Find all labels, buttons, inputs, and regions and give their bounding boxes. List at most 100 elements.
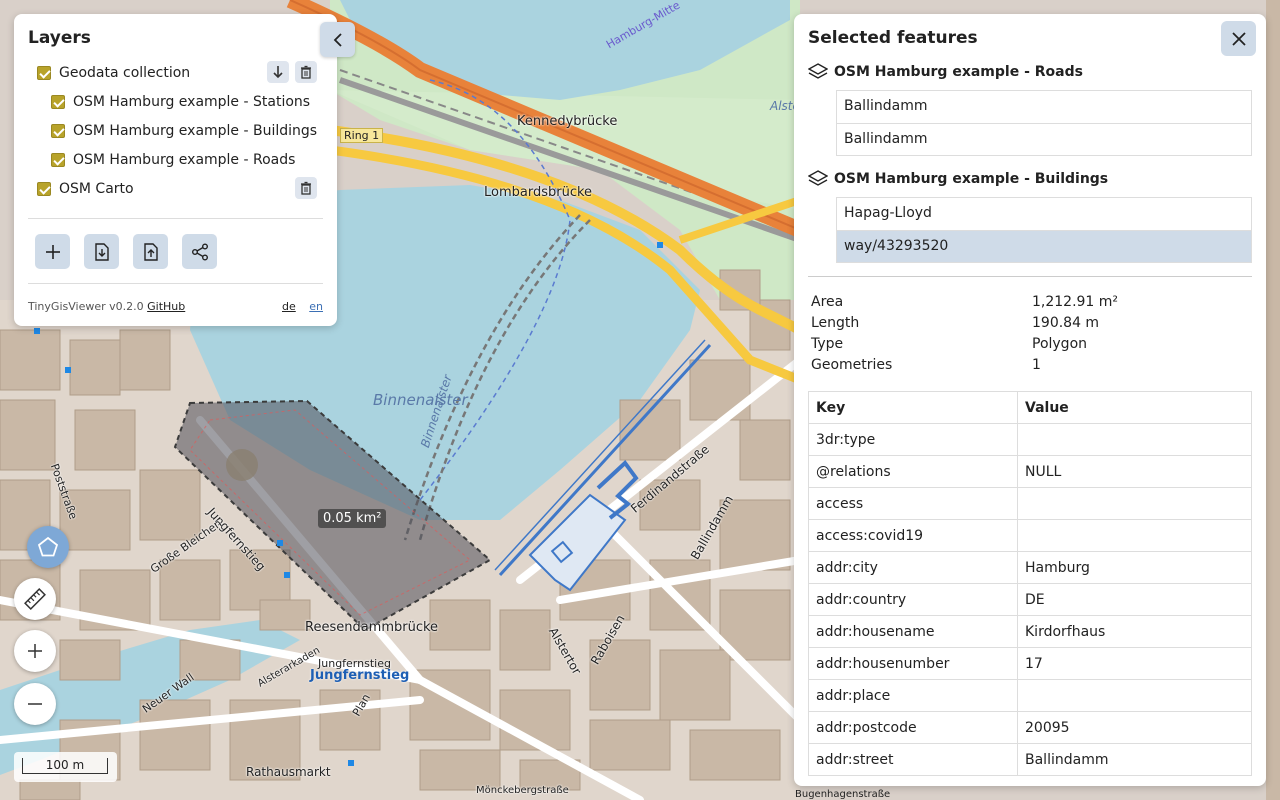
layer-row-geodata-collection[interactable]: Geodata collection bbox=[28, 58, 323, 87]
lang-en-link[interactable]: en bbox=[309, 300, 323, 313]
table-cell-key: addr:city bbox=[808, 551, 1018, 584]
draw-polygon-button[interactable] bbox=[27, 526, 69, 568]
stat-key: Type bbox=[811, 336, 844, 352]
table-cell-value bbox=[1017, 519, 1252, 552]
export-button[interactable] bbox=[133, 234, 168, 269]
divider bbox=[808, 276, 1252, 277]
layer-label: OSM Hamburg example - Buildings bbox=[73, 122, 318, 139]
import-button[interactable] bbox=[84, 234, 119, 269]
table-cell-key: addr:place bbox=[808, 679, 1018, 712]
table-cell-value bbox=[1017, 423, 1252, 456]
layers-footer: TinyGisViewer v0.2.0 GitHub de en bbox=[28, 284, 323, 313]
collapse-panel-button[interactable] bbox=[320, 22, 355, 57]
selected-features-panel: Selected features OSM Hamburg example - … bbox=[794, 14, 1266, 786]
feature-group-title: OSM Hamburg example - Buildings bbox=[834, 171, 1109, 187]
table-cell-value bbox=[1017, 679, 1252, 712]
layer-toolbar bbox=[28, 219, 323, 283]
table-cell-key: addr:street bbox=[808, 743, 1018, 776]
measure-button[interactable] bbox=[14, 578, 56, 620]
zoom-out-button[interactable] bbox=[14, 683, 56, 725]
stat-key: Length bbox=[811, 315, 860, 331]
feature-item[interactable]: Hapag-Lloyd bbox=[837, 198, 1251, 230]
feature-stats: Area 1,212.91 m² Length 190.84 m Type Polyg… bbox=[811, 294, 1251, 378]
table-row: addr:housename Kirdorfhaus bbox=[808, 615, 1252, 648]
map-label-lombards: Lombardsbrücke bbox=[484, 185, 593, 200]
map-label-kennedy: Kennedybrücke bbox=[517, 114, 618, 129]
layer-checkbox[interactable] bbox=[37, 65, 51, 80]
layer-row-stations[interactable]: OSM Hamburg example - Stations bbox=[28, 87, 323, 116]
stat-value: 190.84 m bbox=[1032, 315, 1100, 331]
version-text: TinyGisViewer v0.2.0 bbox=[28, 300, 144, 313]
table-row: access:covid19 bbox=[808, 519, 1252, 552]
features-title: Selected features bbox=[808, 28, 978, 48]
table-row: 3dr:type bbox=[808, 423, 1252, 456]
layer-row-roads[interactable]: OSM Hamburg example - Roads bbox=[28, 145, 323, 174]
plus-icon bbox=[28, 644, 42, 658]
stat-row-geometries: Geometries 1 bbox=[811, 357, 1251, 378]
table-cell-key: access bbox=[808, 487, 1018, 520]
table-cell-value: 20095 bbox=[1017, 711, 1252, 744]
pentagon-icon bbox=[37, 536, 59, 557]
layers-panel: Layers Geodata collection OSM Hamburg ex… bbox=[14, 14, 337, 326]
layer-checkbox[interactable] bbox=[51, 94, 65, 109]
layer-label: OSM Hamburg example - Roads bbox=[73, 151, 296, 168]
table-cell-key: addr:postcode bbox=[808, 711, 1018, 744]
feature-item[interactable]: Ballindamm bbox=[837, 91, 1251, 123]
map-label-binnenalster: Binnenalster bbox=[373, 391, 468, 409]
feature-list-roads: Ballindamm Ballindamm bbox=[836, 90, 1252, 156]
layer-checkbox[interactable] bbox=[51, 123, 65, 138]
feature-item-selected[interactable]: way/43293520 bbox=[837, 230, 1251, 262]
feature-list-buildings: Hapag-Lloyd way/43293520 bbox=[836, 197, 1252, 263]
plus-icon bbox=[45, 244, 60, 259]
trash-icon[interactable] bbox=[295, 177, 317, 199]
table-row: addr:city Hamburg bbox=[808, 551, 1252, 584]
table-cell-key: addr:country bbox=[808, 583, 1018, 616]
share-icon bbox=[191, 243, 208, 260]
table-cell-key: addr:housenumber bbox=[808, 647, 1018, 680]
table-row: addr:postcode 20095 bbox=[808, 711, 1252, 744]
lang-de-link[interactable]: de bbox=[282, 300, 296, 313]
table-cell-value: Hamburg bbox=[1017, 551, 1252, 584]
stat-key: Geometries bbox=[811, 357, 893, 373]
table-cell-key: 3dr:type bbox=[808, 423, 1018, 456]
zoom-in-button[interactable] bbox=[14, 630, 56, 672]
layers-icon bbox=[808, 170, 828, 186]
feature-group-buildings: OSM Hamburg example - Buildings bbox=[808, 170, 1108, 188]
table-row: addr:country DE bbox=[808, 583, 1252, 616]
table-header-row: Key Value bbox=[808, 391, 1252, 424]
chevron-left-icon bbox=[333, 32, 342, 47]
scale-bar-label: 100 m bbox=[22, 758, 108, 774]
layers-title: Layers bbox=[28, 28, 91, 48]
layer-checkbox[interactable] bbox=[37, 181, 51, 196]
table-cell-key: @relations bbox=[808, 455, 1018, 488]
table-cell-value: Kirdorfhaus bbox=[1017, 615, 1252, 648]
table-cell-value: 17 bbox=[1017, 647, 1252, 680]
feature-item[interactable]: Ballindamm bbox=[837, 123, 1251, 155]
map-label-moenckeberg: Mönckebergstraße bbox=[476, 785, 569, 796]
close-button[interactable] bbox=[1221, 21, 1256, 56]
layer-label: OSM Hamburg example - Stations bbox=[73, 93, 311, 110]
stat-value: 1,212.91 m² bbox=[1032, 294, 1119, 310]
table-cell-key: access:covid19 bbox=[808, 519, 1018, 552]
layer-checkbox[interactable] bbox=[51, 152, 65, 167]
table-cell-value: DE bbox=[1017, 583, 1252, 616]
table-cell-value: Ballindamm bbox=[1017, 743, 1252, 776]
minus-icon bbox=[28, 703, 42, 705]
layer-row-osm-carto[interactable]: OSM Carto bbox=[28, 174, 323, 203]
table-cell-value: NULL bbox=[1017, 455, 1252, 488]
file-upload-icon bbox=[143, 242, 158, 261]
download-icon[interactable] bbox=[267, 61, 289, 83]
stat-value: Polygon bbox=[1032, 336, 1088, 352]
trash-icon[interactable] bbox=[295, 61, 317, 83]
map-label-ring1: Ring 1 bbox=[340, 128, 384, 143]
feature-group-roads: OSM Hamburg example - Roads bbox=[808, 63, 1083, 81]
measurement-tooltip: 0.05 km² bbox=[318, 509, 387, 528]
add-layer-button[interactable] bbox=[35, 234, 70, 269]
map-label-bugenhagen: Bugenhagenstraße bbox=[795, 789, 891, 800]
github-link[interactable]: GitHub bbox=[147, 300, 185, 313]
layer-label: OSM Carto bbox=[59, 180, 134, 197]
layer-row-buildings[interactable]: OSM Hamburg example - Buildings bbox=[28, 116, 323, 145]
share-button[interactable] bbox=[182, 234, 217, 269]
map-label-jungfernstieg-station: Jungfernstieg bbox=[310, 668, 410, 683]
map-label-rathaus: Rathausmarkt bbox=[246, 765, 331, 779]
